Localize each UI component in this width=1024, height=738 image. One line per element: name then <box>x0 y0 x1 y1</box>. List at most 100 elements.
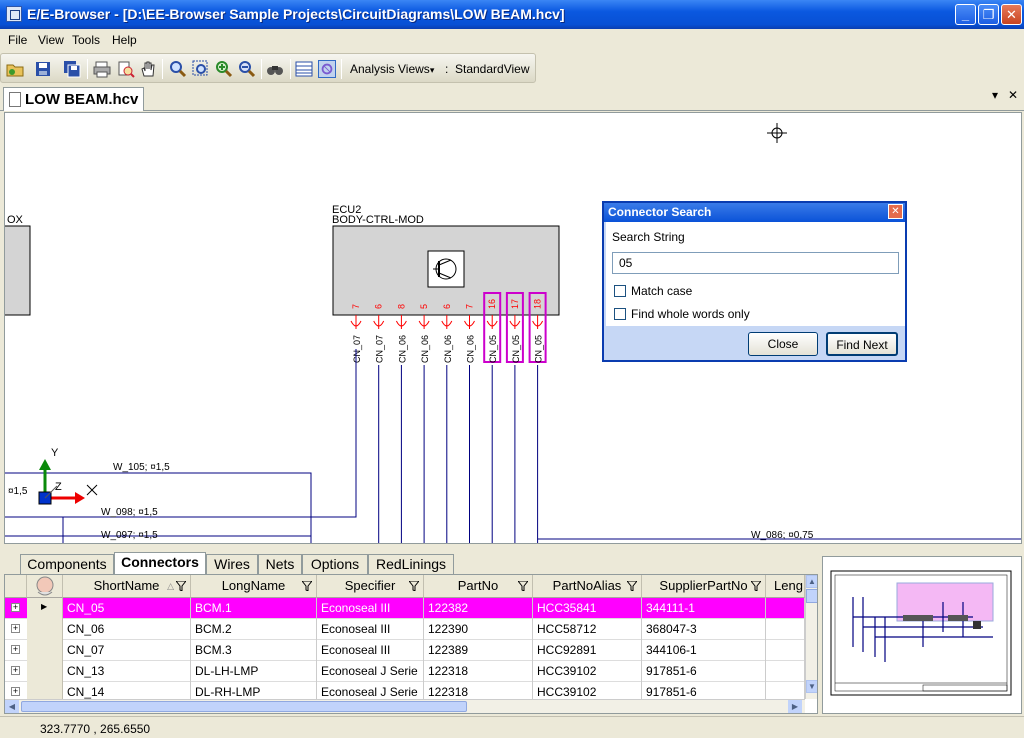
horizontal-scroll-thumb[interactable] <box>21 701 467 712</box>
row-selector[interactable]: ▶ <box>27 598 63 619</box>
expand-row-icon[interactable]: + <box>11 603 20 612</box>
table-cell[interactable]: BCM.2 <box>191 619 317 640</box>
connector-pin[interactable]: 6 CN_07 <box>373 304 385 544</box>
table-cell[interactable]: CN_13 <box>63 661 191 682</box>
print-icon[interactable] <box>93 60 111 78</box>
table-row[interactable]: + CN_06 BCM.2 Econoseal III 122390 HCC58712 36… <box>5 619 805 640</box>
row-selector[interactable] <box>27 640 63 661</box>
tab-redlinings[interactable]: RedLinings <box>368 554 454 574</box>
analysis-views-dropdown[interactable]: Analysis Views▾ <box>350 62 434 76</box>
print-preview-icon[interactable] <box>117 60 135 78</box>
table-cell[interactable]: CN_05 <box>63 598 191 619</box>
table-cell[interactable]: HCC39102 <box>533 661 642 682</box>
tab-list-dropdown[interactable]: ▾ <box>992 88 998 102</box>
search-panel-icon[interactable] <box>318 60 336 78</box>
table-cell[interactable]: 122389 <box>424 640 533 661</box>
restore-button[interactable]: ❐ <box>978 4 999 25</box>
table-cell[interactable]: BCM.1 <box>191 598 317 619</box>
zoom-in-icon[interactable] <box>215 60 233 78</box>
connector-pin[interactable]: 18 CN_05 <box>528 292 547 544</box>
table-cell[interactable]: HCC92891 <box>533 640 642 661</box>
whole-words-checkbox[interactable] <box>614 308 626 320</box>
table-cell[interactable]: Econoseal III <box>317 598 424 619</box>
expand-row-icon[interactable]: + <box>11 624 20 633</box>
dialog-close-icon[interactable]: ✕ <box>888 204 903 219</box>
column-header-specifier[interactable]: Specifier <box>317 575 424 598</box>
tab-low-beam[interactable]: LOW BEAM.hcv <box>3 87 144 111</box>
zoom-icon[interactable] <box>169 60 187 78</box>
menu-file[interactable]: File <box>8 33 27 47</box>
connector-pin[interactable]: 17 CN_05 <box>505 292 524 544</box>
table-cell[interactable]: Econoseal III <box>317 619 424 640</box>
row-selector[interactable] <box>27 619 63 640</box>
menu-view[interactable]: View <box>38 33 64 47</box>
tab-nets[interactable]: Nets <box>258 554 302 574</box>
table-cell[interactable]: CN_07 <box>63 640 191 661</box>
table-cell[interactable] <box>766 598 805 619</box>
close-window-button[interactable]: ✕ <box>1001 4 1022 25</box>
minimize-button[interactable]: _ <box>955 4 976 25</box>
table-row[interactable]: + CN_07 BCM.3 Econoseal III 122389 HCC92891 34… <box>5 640 805 661</box>
dialog-title-bar[interactable]: Connector Search ✕ <box>604 203 905 222</box>
open-folder-icon[interactable] <box>6 60 24 78</box>
tab-wires[interactable]: Wires <box>206 554 258 574</box>
expand-row-icon[interactable]: + <box>11 687 20 696</box>
filter-icon[interactable] <box>409 581 419 591</box>
table-cell[interactable]: HCC35841 <box>533 598 642 619</box>
scroll-right-icon[interactable]: ▶ <box>788 700 802 713</box>
table-cell[interactable]: CN_06 <box>63 619 191 640</box>
menu-help[interactable]: Help <box>112 33 137 47</box>
column-header-partno[interactable]: PartNo <box>424 575 533 598</box>
expand-row-icon[interactable]: + <box>11 666 20 675</box>
pan-hand-icon[interactable] <box>139 60 157 78</box>
find-next-button[interactable]: Find Next <box>826 332 898 356</box>
row-selector[interactable] <box>27 661 63 682</box>
table-cell[interactable] <box>766 661 805 682</box>
table-cell[interactable]: 122318 <box>424 661 533 682</box>
column-header-supplierpartno[interactable]: SupplierPartNo <box>642 575 766 598</box>
close-button[interactable]: Close <box>748 332 818 356</box>
tab-connectors[interactable]: Connectors <box>114 552 206 574</box>
filter-icon[interactable] <box>176 581 186 591</box>
save-all-icon[interactable] <box>63 60 81 78</box>
table-cell[interactable]: BCM.3 <box>191 640 317 661</box>
table-cell[interactable]: DL-LH-LMP <box>191 661 317 682</box>
tab-components[interactable]: Components <box>20 554 114 574</box>
overview-minimap[interactable] <box>822 556 1022 714</box>
column-header-partnoalias[interactable]: PartNoAlias <box>533 575 642 598</box>
table-cell[interactable] <box>766 619 805 640</box>
filter-icon[interactable] <box>751 581 761 591</box>
filter-icon[interactable] <box>518 581 528 591</box>
title-bar[interactable]: E/E-Browser - [D:\EE-Browser Sample Proj… <box>0 0 1024 29</box>
close-document-button[interactable]: ✕ <box>1008 88 1018 102</box>
table-cell[interactable]: 122390 <box>424 619 533 640</box>
grid-vertical-scrollbar[interactable]: ▲ ▼ <box>805 575 817 699</box>
scroll-up-icon[interactable]: ▲ <box>806 575 817 588</box>
column-header-shortname[interactable]: ShortName △ <box>63 575 191 598</box>
zoom-out-icon[interactable] <box>238 60 256 78</box>
connector-pin[interactable]: 16 CN_05 <box>483 292 502 544</box>
connector-pin[interactable]: 7 CN_06 <box>464 304 476 544</box>
connector-pin[interactable]: 8 CN_06 <box>395 304 407 544</box>
filter-icon[interactable] <box>627 581 637 591</box>
table-cell[interactable]: Econoseal J Serie <box>317 661 424 682</box>
table-cell[interactable]: 344111-1 <box>642 598 766 619</box>
grid-view-icon[interactable] <box>295 60 313 78</box>
table-cell[interactable]: 344106-1 <box>642 640 766 661</box>
zoom-window-icon[interactable] <box>192 60 210 78</box>
filter-icon[interactable] <box>302 581 312 591</box>
search-string-input[interactable] <box>612 252 899 274</box>
column-chooser-button[interactable] <box>27 575 63 598</box>
table-cell[interactable]: HCC58712 <box>533 619 642 640</box>
connector-pin[interactable]: 5 CN_06 <box>418 304 430 544</box>
binoculars-icon[interactable] <box>266 60 284 78</box>
table-row[interactable]: + ▶ CN_05 BCM.1 Econoseal III 122382 HCC35841 3… <box>5 598 805 619</box>
scroll-thumb[interactable] <box>806 589 817 603</box>
grid-horizontal-scrollbar[interactable]: ◀ ▶ <box>5 699 805 713</box>
table-cell[interactable]: 917851-6 <box>642 661 766 682</box>
table-cell[interactable] <box>766 640 805 661</box>
match-case-checkbox[interactable] <box>614 285 626 297</box>
menu-tools[interactable]: Tools <box>72 33 100 47</box>
table-cell[interactable]: Econoseal III <box>317 640 424 661</box>
expand-row-icon[interactable]: + <box>11 645 20 654</box>
